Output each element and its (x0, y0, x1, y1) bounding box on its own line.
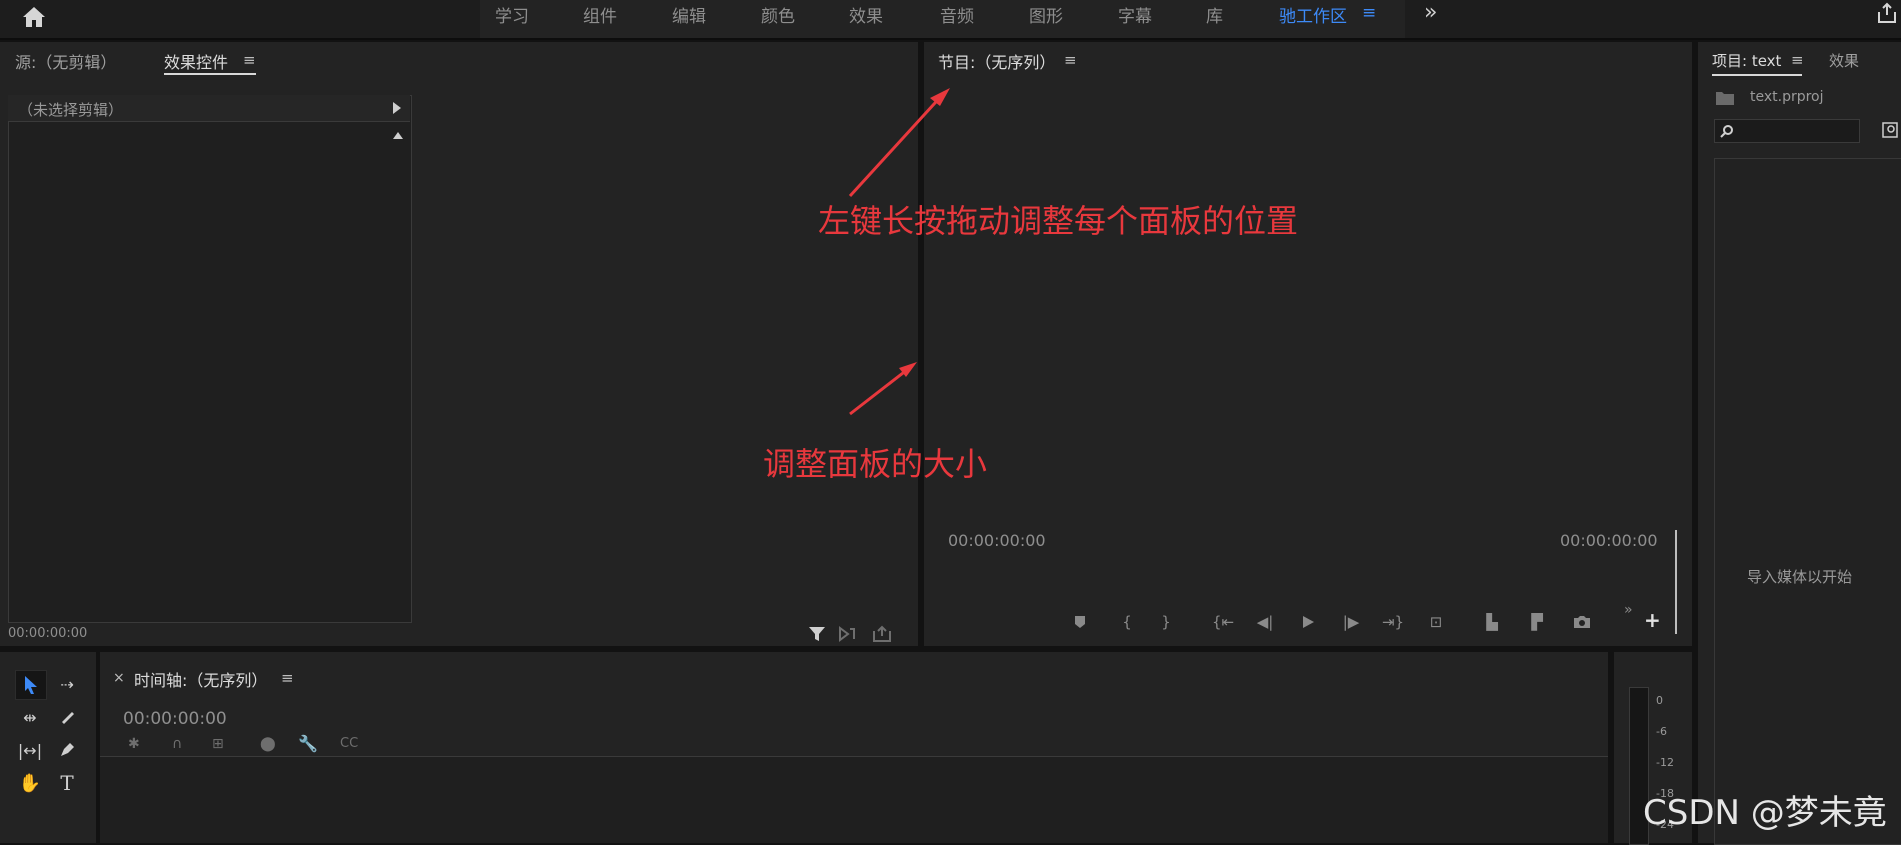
resize-hint-arrow (849, 364, 913, 416)
watermark: CSDN @梦未竟 (1643, 793, 1887, 833)
annotation-arrows (848, 88, 950, 416)
resize-hint-annotation: 调整面板的大小 (763, 445, 988, 483)
drag-hint-annotation: 左键长按拖动调整每个面板的位置 (818, 202, 1299, 240)
drag-hint-arrow (848, 90, 947, 198)
